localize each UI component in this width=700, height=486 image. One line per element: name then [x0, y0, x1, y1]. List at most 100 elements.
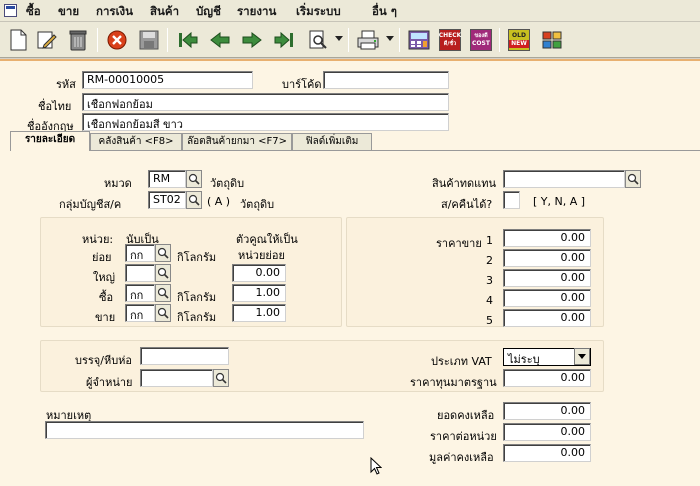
category-label: หมวด: [104, 177, 132, 190]
dashboard-icon: [542, 31, 562, 49]
balance-field[interactable]: 0.00: [503, 402, 591, 420]
dashboard-button[interactable]: [538, 26, 566, 54]
unit-code-field[interactable]: กก: [125, 244, 155, 262]
returnable-field[interactable]: [503, 191, 520, 209]
toolbar-separator: [348, 28, 349, 52]
unit-row-label: ขาย: [95, 311, 116, 324]
old-new-button[interactable]: OLD NEW: [505, 26, 533, 54]
check-badge-sub: ดี/ชั่ว: [443, 41, 457, 47]
unit-factor-field[interactable]: 1.00: [232, 284, 286, 302]
menu-setup[interactable]: เริ่มระบบ: [296, 3, 341, 21]
price-field[interactable]: 0.00: [503, 289, 591, 307]
account-group-code-field[interactable]: ST02: [148, 191, 186, 209]
account-group-lookup-button[interactable]: [186, 191, 202, 209]
note-field[interactable]: [45, 421, 364, 439]
menu-products[interactable]: สินค้า: [150, 3, 179, 21]
substitute-label: สินค้าทดแทน: [432, 177, 497, 190]
unit-lookup-button[interactable]: [155, 304, 171, 322]
vendor-lookup-button[interactable]: [213, 369, 229, 387]
cost-button[interactable]: ของดี COST: [467, 26, 495, 54]
balance-amount-field[interactable]: 0.00: [503, 444, 591, 462]
tab-extra-fields[interactable]: ฟิลด์เพิ่มเติม: [292, 133, 372, 150]
unit-cost-label: ราคาต่อหน่วย: [430, 430, 497, 443]
vendor-field[interactable]: [140, 369, 213, 387]
menu-finance[interactable]: การเงิน: [96, 3, 133, 21]
unit-code-field[interactable]: กก: [125, 304, 155, 322]
cost-badge-top: ของดี: [474, 33, 488, 39]
thai-name-field[interactable]: เชือกฟอกย้อม: [82, 93, 449, 111]
new-button[interactable]: [4, 26, 32, 54]
balance-amount-label: มูลค่าคงเหลือ: [429, 451, 494, 464]
unit-lookup-button[interactable]: [155, 264, 171, 282]
substitute-field[interactable]: [503, 170, 625, 188]
check-button[interactable]: CHECK ดี/ชั่ว: [436, 26, 464, 54]
vat-type-label: ประเภท VAT: [431, 355, 492, 368]
cancel-button[interactable]: [103, 26, 131, 54]
unit-cost-field[interactable]: 0.00: [503, 423, 591, 441]
menu-purchase[interactable]: ซื้อ: [26, 3, 41, 21]
tab-details[interactable]: รายละเอียด: [10, 131, 90, 151]
barcode-field[interactable]: [323, 71, 449, 89]
unit-row-label: ย่อย: [92, 251, 112, 264]
substitute-lookup-button[interactable]: [625, 170, 641, 188]
tab-warehouse[interactable]: คลังสินค้า <F8>: [90, 133, 182, 150]
save-button[interactable]: [135, 26, 163, 54]
previous-record-button[interactable]: [206, 26, 234, 54]
old-new-badge-text: NEW: [509, 40, 529, 48]
first-record-button[interactable]: [174, 26, 202, 54]
price-field[interactable]: 0.00: [503, 269, 591, 287]
price-field[interactable]: 0.00: [503, 309, 591, 327]
category-lookup-button[interactable]: [186, 170, 202, 188]
old-new-badge-icon: OLD NEW: [508, 29, 530, 51]
cancel-icon: [107, 30, 127, 50]
code-field[interactable]: RM-00010005: [82, 71, 253, 89]
find-button[interactable]: [304, 26, 332, 54]
cost-badge-icon: ของดี COST: [470, 29, 492, 51]
edit-icon: [37, 31, 57, 49]
english-name-field[interactable]: เชือกฟอกย้อมสี ขาว: [82, 113, 449, 131]
unit-code-field[interactable]: กก: [125, 284, 155, 302]
category-code-field[interactable]: RM: [148, 170, 186, 188]
packaging-field[interactable]: [140, 347, 229, 365]
new-document-icon: [10, 29, 27, 51]
find-dropdown-icon[interactable]: [335, 36, 343, 41]
vat-dropdown-button[interactable]: [574, 348, 590, 365]
delete-button[interactable]: [64, 26, 92, 54]
cost-badge-text: COST: [472, 40, 490, 47]
account-group-type: ( A ): [207, 195, 231, 208]
toolbar-separator: [399, 28, 400, 52]
unit-code-field[interactable]: [125, 264, 155, 282]
unit-lookup-button[interactable]: [155, 244, 171, 262]
print-button[interactable]: [354, 26, 382, 54]
returnable-label: ส/คคืนได้?: [441, 198, 493, 211]
menu-bar: ซื้อ ขาย การเงิน สินค้า บัญชี รายงาน เริ…: [0, 0, 700, 22]
edit-button[interactable]: [33, 26, 61, 54]
next-record-button[interactable]: [238, 26, 266, 54]
unit-lookup-button[interactable]: [155, 284, 171, 302]
magnifier-icon: [157, 247, 169, 259]
check-badge-icon: CHECK ดี/ชั่ว: [439, 29, 461, 51]
menu-other[interactable]: อื่น ๆ: [372, 3, 397, 21]
app-menu-icon[interactable]: [4, 4, 17, 17]
magnifier-icon: [188, 194, 200, 206]
standard-cost-field[interactable]: 0.00: [503, 369, 591, 387]
menu-sales[interactable]: ขาย: [58, 3, 79, 21]
standard-cost-label: ราคาทุนมาตรฐาน: [410, 376, 497, 389]
calculator-button[interactable]: [405, 26, 433, 54]
menu-reports[interactable]: รายงาน: [237, 3, 276, 21]
last-record-button[interactable]: [270, 26, 298, 54]
price-field[interactable]: 0.00: [503, 229, 591, 247]
print-dropdown-icon[interactable]: [386, 36, 394, 41]
price-field[interactable]: 0.00: [503, 249, 591, 267]
price-level-number: 2: [486, 254, 493, 267]
account-group-label: กลุ่มบัญชีส/ค: [59, 198, 122, 211]
returnable-options: [ Y, N, A ]: [533, 195, 586, 208]
tab-carried-lots[interactable]: ล๊อตสินค้ายกมา <F7>: [182, 133, 292, 150]
price-level-number: 1: [486, 234, 493, 247]
printer-icon: [357, 30, 379, 50]
menu-accounting[interactable]: บัญชี: [196, 3, 221, 21]
last-icon: [274, 31, 293, 49]
unit-factor-field[interactable]: 1.00: [232, 304, 286, 322]
price-level-number: 3: [486, 274, 493, 287]
unit-factor-field[interactable]: 0.00: [232, 264, 286, 282]
